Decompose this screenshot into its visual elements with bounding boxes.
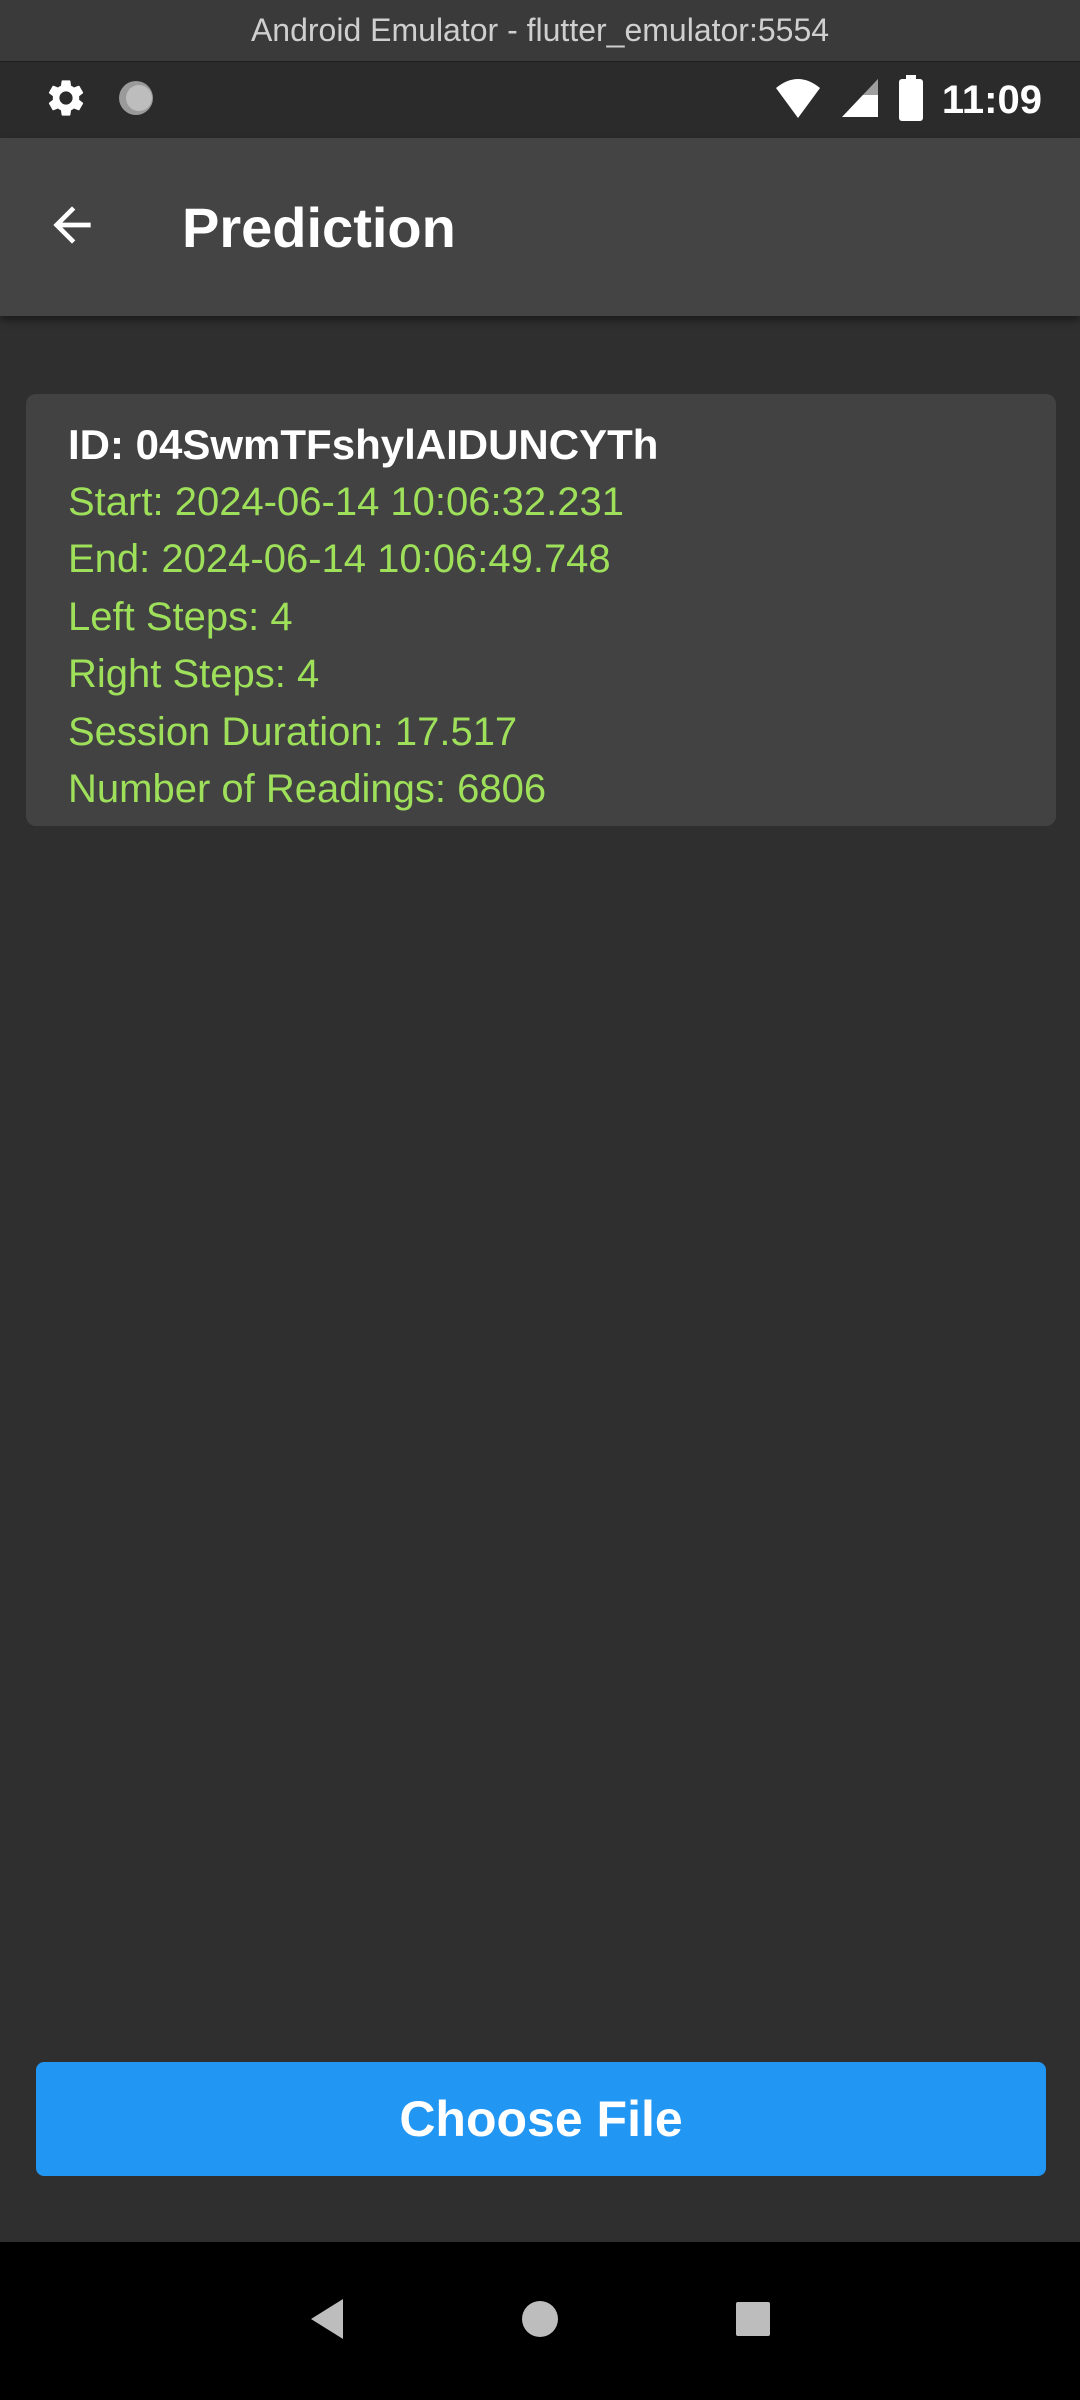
choose-file-button[interactable]: Choose File [36,2062,1046,2176]
status-bar: 11:09 [0,62,1080,138]
settings-gear-icon [44,76,88,125]
session-end: End: 2024-06-14 10:06:49.748 [68,537,611,581]
status-right-icons: 11:09 [756,74,1042,126]
nav-recents-square-icon [734,2300,772,2343]
left-steps: Left Steps: 4 [68,594,293,639]
system-nav-bar [0,2242,1080,2400]
back-button[interactable] [36,191,108,263]
wifi-icon [774,76,822,125]
right-steps: Right Steps: 4 [68,652,320,696]
session-duration: Session Duration: 17.517 [68,709,518,754]
session-card: ID: 04SwmTFshylAIDUNCYTh Start: 2024-06-… [26,394,1056,826]
readings-count: Number of Readings: 6806 [68,767,547,811]
nav-back-button[interactable] [287,2281,367,2361]
session-id: ID: 04SwmTFshylAIDUNCYTh [68,421,659,468]
battery-icon [898,74,924,126]
nav-home-circle-icon [520,2299,560,2344]
arrow-back-icon [44,197,100,258]
app-bar: Prediction [0,138,1080,316]
session-start: Start: 2024-06-14 10:06:32.231 [68,479,624,524]
nav-home-button[interactable] [500,2281,580,2361]
nav-back-triangle-icon [307,2297,347,2346]
status-left-icons [44,76,184,125]
circle-notification-icon [116,78,156,123]
nav-recents-button[interactable] [713,2281,793,2361]
cellular-signal-icon [840,77,880,124]
status-clock: 11:09 [941,77,1042,122]
emulator-window-title: Android Emulator - flutter_emulator:5554 [0,0,1080,62]
page-title: Prediction [182,195,456,259]
